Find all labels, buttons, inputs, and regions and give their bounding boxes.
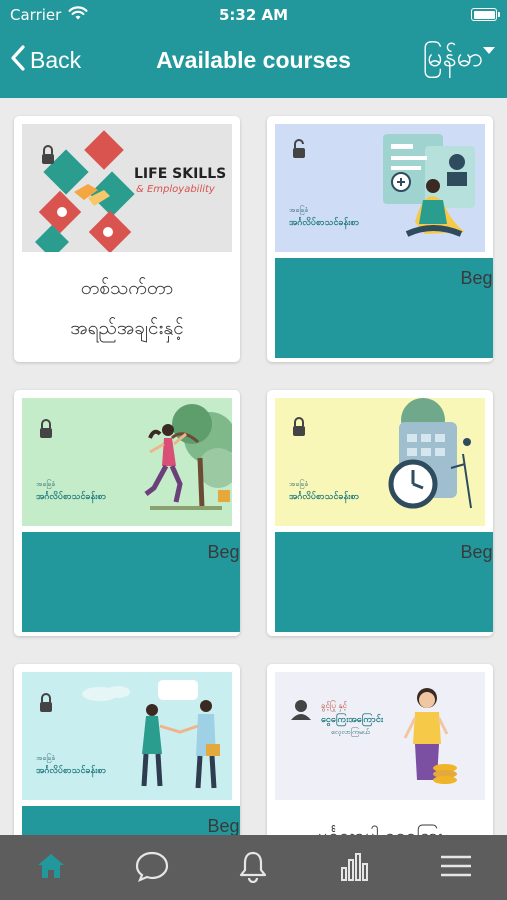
tab-notifications[interactable] xyxy=(202,835,303,900)
tab-home[interactable] xyxy=(0,835,101,900)
thumb-subtitle: & Employability xyxy=(136,184,216,195)
thumb-caption-small: အခြေခံ xyxy=(36,479,55,489)
thumb-caption-small: အခြေခံ xyxy=(289,205,308,215)
language-selector[interactable]: မြန်မာ xyxy=(423,40,483,80)
back-label: Back xyxy=(30,46,82,73)
battery-icon xyxy=(471,8,500,21)
thumb-caption-small: အခြေခံ xyxy=(36,753,55,763)
thumb-title: LIFE SKILLS xyxy=(134,166,226,182)
header: Carrier 5:32 AM Back Available courses မ… xyxy=(0,0,507,98)
menu-icon xyxy=(439,854,473,882)
course-card[interactable]: ခွင့်ပြု နှင့် ငွေကြေးအကြောင်း လေ့လာကြမယ… xyxy=(267,664,493,835)
course-title: Beginner English xyxy=(22,806,240,835)
course-card[interactable]: အခြေခံ အင်္ဂလိပ်စာသင်ခန်းစာ Beginner Eng… xyxy=(14,390,240,636)
thumb-caption-small: အခြေခံ xyxy=(289,479,308,489)
course-card[interactable]: အခြေခံ အင်္ဂလိပ်စာသင်ခန်းစာ Beginner Eng… xyxy=(267,116,493,362)
course-thumbnail: အခြေခံ အင်္ဂလိပ်စာသင်ခန်းစာ xyxy=(275,124,485,252)
course-card[interactable]: အခြေခံ အင်္ဂလိပ်စာသင်ခန်းစာ Beginner Eng… xyxy=(14,664,240,835)
course-title: Beginner English Course 2 xyxy=(275,532,493,632)
course-title: မင်္ဂလာပါ ငွေကြေး xyxy=(275,806,485,835)
back-button[interactable]: Back xyxy=(10,44,81,76)
course-title: တစ်သက်တာ အရည်အချင်းနှင့် xyxy=(70,277,184,339)
course-title: Beginner English Course 4 xyxy=(275,258,493,358)
course-grid: LIFE SKILLS & Employability တစ်သက်တာ အရည… xyxy=(0,98,507,835)
tab-bar xyxy=(0,835,507,900)
chevron-left-icon xyxy=(10,44,26,76)
course-title: Beginner English Course 3 xyxy=(22,532,240,632)
status-bar: Carrier 5:32 AM xyxy=(0,0,507,30)
course-card[interactable]: LIFE SKILLS & Employability တစ်သက်တာ အရည… xyxy=(14,116,240,362)
tab-chat[interactable] xyxy=(101,835,202,900)
course-thumbnail: အခြေခံ အင်္ဂလိပ်စာသင်ခန်းစာ xyxy=(275,398,485,526)
thumb-caption-2: လေ့လာကြမယ် xyxy=(331,727,370,737)
stats-icon xyxy=(338,850,370,886)
clock: 5:32 AM xyxy=(218,6,289,24)
course-thumbnail: အခြေခံ အင်္ဂလိပ်စာသင်ခန်းစာ xyxy=(22,398,232,526)
tab-menu[interactable] xyxy=(404,835,507,900)
bell-icon xyxy=(238,849,268,887)
course-card[interactable]: အခြေခံ အင်္ဂလိပ်စာသင်ခန်းစာ Beginner Eng… xyxy=(267,390,493,636)
home-icon xyxy=(36,851,66,885)
caret-down-icon[interactable] xyxy=(483,47,495,54)
course-thumbnail: ခွင့်ပြု နှင့် ငွေကြေးအကြောင်း လေ့လာကြမယ… xyxy=(275,672,485,800)
nav-bar: Back Available courses မြန်မာ xyxy=(0,32,507,92)
course-thumbnail: အခြေခံ အင်္ဂလိပ်စာသင်ခန်းစာ xyxy=(22,672,232,800)
course-thumbnail: LIFE SKILLS & Employability xyxy=(22,124,232,252)
thumb-caption: ငွေကြေးအကြောင်း xyxy=(321,713,384,727)
chat-icon xyxy=(134,849,170,887)
tab-stats[interactable] xyxy=(303,835,404,900)
